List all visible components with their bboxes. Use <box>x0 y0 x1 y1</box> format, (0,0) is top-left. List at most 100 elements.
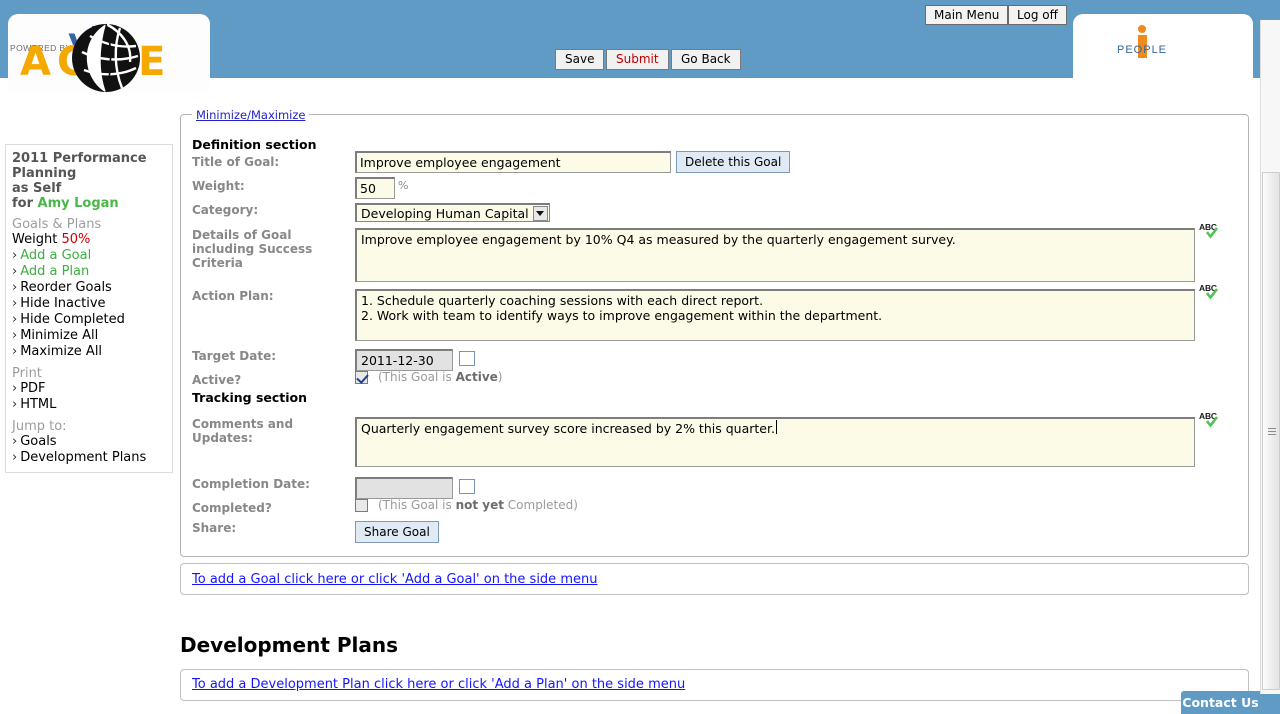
sidebar-item-3[interactable]: › Hide Inactive <box>12 296 172 312</box>
spellcheck-action-plan-icon[interactable]: ABC <box>1199 283 1227 303</box>
sidebar-item-label: Maximize All <box>20 344 103 359</box>
sidebar-plan-title-line2: Planning <box>12 166 77 181</box>
sidebar-for-label: for <box>12 196 33 211</box>
save-button[interactable]: Save <box>555 49 605 70</box>
sidebar-weight-label: Weight <box>12 232 58 247</box>
sidebar-jump-item-label: Goals <box>20 434 57 449</box>
title-of-goal-input[interactable] <box>355 151 671 173</box>
label-share: Share: <box>192 521 237 535</box>
weight-percent-label: % <box>398 179 409 192</box>
sidebar-employee-name: Amy Logan <box>37 196 119 211</box>
sidebar-item-0[interactable]: › Add a Goal <box>12 248 172 264</box>
page-root: ACME POWERED BY via PEOPLE Main Menu Log… <box>0 0 1280 714</box>
sidebar-plan-title-line1: 2011 Performance <box>12 151 147 166</box>
delete-this-goal-button[interactable]: Delete this Goal <box>676 151 791 173</box>
completed-checkbox[interactable] <box>355 499 368 512</box>
chevron-right-icon: › <box>12 450 18 465</box>
go-back-button[interactable]: Go Back <box>671 49 741 70</box>
spellcheck-comments-icon[interactable]: ABC <box>1199 411 1227 431</box>
sidebar: 2011 Performance Planning as Self for Am… <box>5 144 173 473</box>
sidebar-print-item-1[interactable]: › HTML <box>12 397 172 413</box>
chevron-right-icon: › <box>12 312 18 327</box>
target-date-input[interactable] <box>355 349 453 371</box>
acme-logo-plate: ACME <box>8 14 210 93</box>
add-goal-link[interactable]: To add a Goal click here or click 'Add a… <box>192 572 597 587</box>
tracking-section-heading: Tracking section <box>192 390 308 405</box>
sidebar-section-jump: Jump to: <box>12 419 67 434</box>
vertical-scrollbar[interactable] <box>1260 0 1280 714</box>
sidebar-print-item-label: PDF <box>20 381 46 396</box>
sidebar-as-value: Self <box>33 181 62 196</box>
sidebar-section-goals: Goals & Plans <box>12 217 102 232</box>
category-select[interactable]: Developing Human Capital <box>355 203 550 222</box>
completed-note: (This Goal is not yet Completed) <box>378 498 578 512</box>
chevron-right-icon: › <box>12 434 18 449</box>
label-active: Active? <box>192 373 242 387</box>
sidebar-print-item-label: HTML <box>20 397 57 412</box>
active-note: (This Goal is Active) <box>378 370 503 384</box>
sidebar-print-actions: › PDF › HTML <box>12 381 172 413</box>
calendar-icon-completion-date[interactable] <box>459 479 475 494</box>
scrollbar-bottom-cap <box>1260 694 1280 714</box>
scrollbar-grip-icon <box>1268 427 1276 435</box>
sidebar-item-label: Reorder Goals <box>20 280 112 295</box>
spellcheck-details-icon[interactable]: ABC <box>1199 222 1227 242</box>
sidebar-jump-actions: › Goals › Development Plans <box>12 434 172 466</box>
category-select-value: Developing Human Capital <box>361 205 529 221</box>
log-off-button[interactable]: Log off <box>1008 5 1067 25</box>
label-target-date: Target Date: <box>192 349 277 363</box>
chevron-right-icon: › <box>12 248 18 263</box>
active-checkbox[interactable] <box>355 371 368 384</box>
sidebar-item-2[interactable]: › Reorder Goals <box>12 280 172 296</box>
via-people-label: PEOPLE <box>1117 44 1168 56</box>
label-category: Category: <box>192 203 259 217</box>
sidebar-jump-item-1[interactable]: › Development Plans <box>12 450 172 466</box>
sidebar-weight-value: 50% <box>61 232 91 247</box>
sidebar-section-print: Print <box>12 366 42 381</box>
label-title-of-goal: Title of Goal: <box>192 155 280 169</box>
submit-button[interactable]: Submit <box>606 49 669 70</box>
chevron-right-icon: › <box>12 296 18 311</box>
chevron-right-icon: › <box>12 381 18 396</box>
chevron-right-icon: › <box>12 264 18 279</box>
label-details-of-goal: Details of Goal including Success Criter… <box>192 228 313 270</box>
chevron-right-icon: › <box>12 280 18 295</box>
scrollbar-thumb[interactable] <box>1262 172 1280 690</box>
contact-us-button[interactable]: Contact Us <box>1181 691 1260 714</box>
details-of-goal-textarea[interactable]: Improve employee engagement by 10% Q4 as… <box>355 228 1195 282</box>
label-completion-date: Completion Date: <box>192 477 310 491</box>
sidebar-role-row: as Self <box>12 181 172 196</box>
chevron-down-icon[interactable] <box>532 205 548 221</box>
development-plans-heading: Development Plans <box>180 633 398 657</box>
sidebar-item-6[interactable]: › Maximize All <box>12 344 172 360</box>
action-plan-textarea[interactable]: 1. Schedule quarterly coaching sessions … <box>355 289 1195 341</box>
share-goal-button[interactable]: Share Goal <box>355 521 439 543</box>
text-cursor <box>776 420 777 434</box>
chevron-right-icon: › <box>12 397 18 412</box>
main-menu-button[interactable]: Main Menu <box>925 5 1009 25</box>
calendar-icon-target-date[interactable] <box>459 351 475 366</box>
minimize-maximize-link[interactable]: Minimize/Maximize <box>192 108 310 122</box>
sidebar-print-item-0[interactable]: › PDF <box>12 381 172 397</box>
globe-icon <box>72 22 140 93</box>
sidebar-jump-item-0[interactable]: › Goals <box>12 434 172 450</box>
sidebar-item-5[interactable]: › Minimize All <box>12 328 172 344</box>
completion-date-input[interactable] <box>355 477 453 499</box>
chevron-right-icon: › <box>12 344 18 359</box>
sidebar-item-label: Hide Inactive <box>20 296 106 311</box>
sidebar-plan-title: 2011 Performance Planning as Self for Am… <box>12 151 172 211</box>
label-completed: Completed? <box>192 501 272 515</box>
scrollbar-top-cap <box>1260 0 1280 20</box>
chevron-right-icon: › <box>12 328 18 343</box>
sidebar-item-label: Add a Goal <box>20 248 92 263</box>
sidebar-goal-actions: › Add a Goal › Add a Plan › Reorder Goals › Hid… <box>12 248 172 360</box>
sidebar-for-row: for Amy Logan <box>12 196 172 211</box>
weight-input[interactable] <box>355 177 395 199</box>
sidebar-item-4[interactable]: › Hide Completed <box>12 312 172 328</box>
label-comments-updates: Comments and Updates: <box>192 417 294 445</box>
sidebar-item-label: Minimize All <box>20 328 99 343</box>
sidebar-item-1[interactable]: › Add a Plan <box>12 264 172 280</box>
sidebar-jump-item-label: Development Plans <box>20 450 147 465</box>
comments-updates-textarea[interactable]: Quarterly engagement survey score increa… <box>355 417 1195 467</box>
add-development-plan-link[interactable]: To add a Development Plan click here or … <box>192 677 685 692</box>
